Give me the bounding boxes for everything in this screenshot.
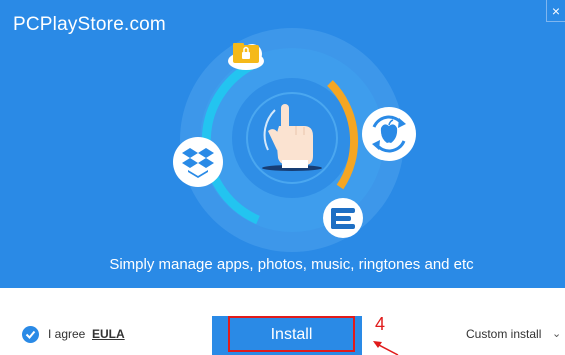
apple-sync-icon	[362, 107, 416, 161]
chevron-down-icon[interactable]: ⌄	[552, 326, 561, 343]
custom-install-link[interactable]: Custom install	[466, 326, 541, 343]
hero-illustration	[173, 28, 416, 252]
eula-link[interactable]: EULA	[92, 326, 125, 343]
hero-tagline: Simply manage apps, photos, music, ringt…	[109, 256, 474, 273]
install-button-label[interactable]: Install	[228, 316, 355, 352]
folder-lock-icon	[228, 43, 264, 70]
step-number-annotation: 4	[375, 314, 386, 334]
app-e-icon	[323, 198, 363, 238]
watermark-text: PCPlayStore.com	[13, 14, 166, 35]
hero-banner: PCPlayStore.com × Simply manage apps, ph…	[0, 0, 565, 288]
dropbox-icon	[173, 137, 223, 187]
check-icon	[25, 330, 36, 339]
agree-checkbox[interactable]	[22, 326, 39, 343]
close-button[interactable]: ×	[546, 0, 565, 22]
agree-label: I agree	[48, 327, 86, 341]
